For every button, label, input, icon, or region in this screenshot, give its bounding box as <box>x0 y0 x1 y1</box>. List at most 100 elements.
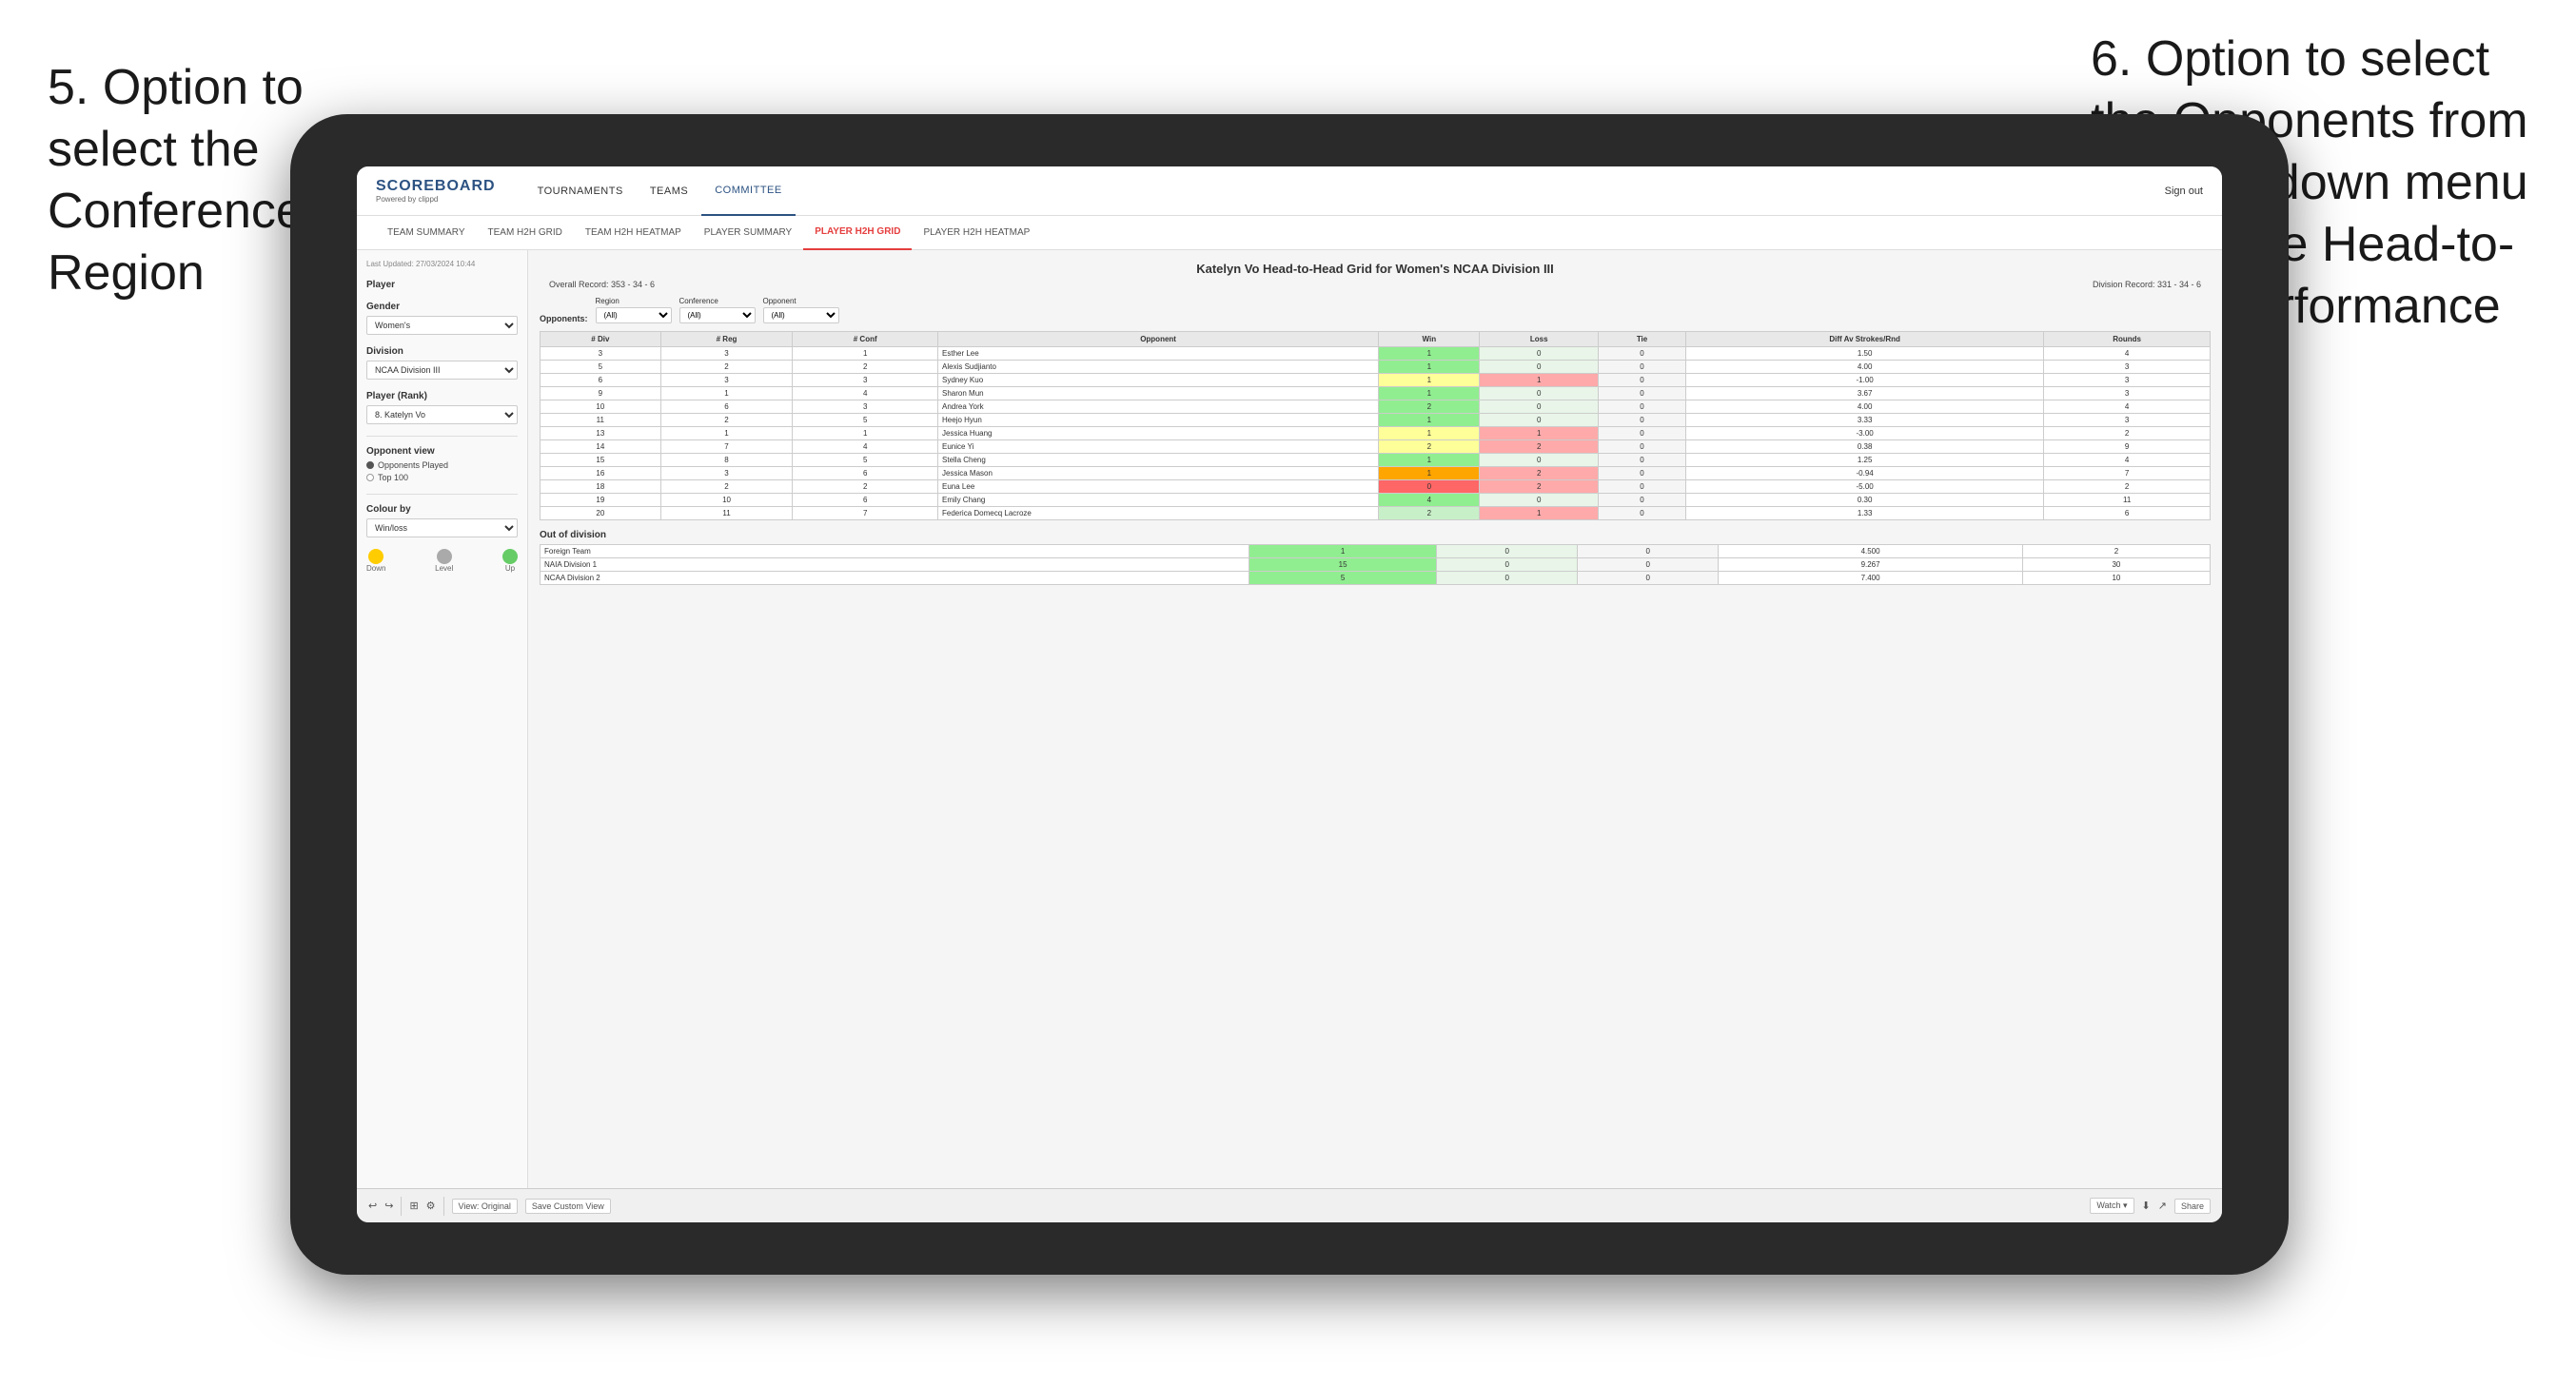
conference-filter-label: Conference <box>679 297 756 305</box>
table-row: 1063Andrea York2004.004 <box>541 400 2211 414</box>
radio-top100[interactable]: Top 100 <box>366 473 518 482</box>
overall-record: Overall Record: 353 - 34 - 6 <box>549 280 655 289</box>
view-original-button[interactable]: View: Original <box>452 1199 518 1214</box>
undo-icon[interactable]: ↩ <box>368 1200 377 1212</box>
colour-down <box>368 549 383 564</box>
left-panel: Last Updated: 27/03/2024 10:44 Player Ge… <box>357 250 528 1188</box>
nav-tournaments[interactable]: TOURNAMENTS <box>524 166 637 216</box>
region-filter-select[interactable]: (All) <box>596 307 672 323</box>
table-row: 1311Jessica Huang110-3.002 <box>541 427 2211 440</box>
logo-text: SCOREBOARD <box>376 178 496 195</box>
colour-legend: Down Level Up <box>366 549 518 573</box>
conference-filter-group: Conference (All) <box>679 297 756 323</box>
division-section: Division NCAA Division III <box>366 346 518 380</box>
col-div: # Div <box>541 332 661 347</box>
opponent-filter-select[interactable]: (All) <box>763 307 839 323</box>
tablet-screen: SCOREBOARD Powered by clippd TOURNAMENTS… <box>357 166 2222 1222</box>
header-right: Sign out <box>2165 185 2203 197</box>
table-row: 19106Emily Chang4000.3011 <box>541 494 2211 507</box>
sub-nav-player-h2h-grid[interactable]: PLAYER H2H GRID <box>803 216 912 250</box>
right-content: Katelyn Vo Head-to-Head Grid for Women's… <box>528 250 2222 1188</box>
logo-sub: Powered by clippd <box>376 195 496 204</box>
col-reg: # Reg <box>660 332 793 347</box>
opponent-filter-label: Opponent <box>763 297 839 305</box>
grid-title: Katelyn Vo Head-to-Head Grid for Women's… <box>540 262 2211 276</box>
col-diff: Diff Av Strokes/Rnd <box>1686 332 2044 347</box>
sub-nav-team-h2h-grid[interactable]: TEAM H2H GRID <box>477 216 574 250</box>
main-content: Last Updated: 27/03/2024 10:44 Player Ge… <box>357 250 2222 1188</box>
opponent-view-radio: Opponents Played Top 100 <box>366 460 518 482</box>
table-row: 331Esther Lee1001.504 <box>541 347 2211 361</box>
share-button[interactable]: Share <box>2174 1199 2211 1214</box>
conference-filter-select[interactable]: (All) <box>679 307 756 323</box>
download-icon[interactable]: ⬇ <box>2142 1200 2151 1212</box>
sub-nav-player-h2h-heatmap[interactable]: PLAYER H2H HEATMAP <box>912 216 1041 250</box>
last-updated: Last Updated: 27/03/2024 10:44 <box>366 260 518 268</box>
grid-icon[interactable]: ⊞ <box>409 1200 418 1212</box>
opponent-view-label: Opponent view <box>366 446 518 457</box>
radio-dot-top100 <box>366 474 374 481</box>
colour-up-label: Up <box>502 564 518 573</box>
player-rank-label: Player (Rank) <box>366 391 518 401</box>
player-rank-section: Player (Rank) 8. Katelyn Vo <box>366 391 518 424</box>
share-icon[interactable]: ↗ <box>2158 1200 2167 1212</box>
out-division-row: NCAA Division 25007.40010 <box>541 572 2211 585</box>
watch-button[interactable]: Watch ▾ <box>2090 1198 2134 1214</box>
colour-level <box>437 549 452 564</box>
region-filter-label: Region <box>596 297 672 305</box>
radio-opponents-played[interactable]: Opponents Played <box>366 460 518 470</box>
col-loss: Loss <box>1480 332 1599 347</box>
colour-down-label: Down <box>366 564 385 573</box>
out-division-row: NAIA Division 115009.26730 <box>541 558 2211 572</box>
colour-label: Colour by <box>366 504 518 515</box>
table-row: 1636Jessica Mason120-0.947 <box>541 467 2211 480</box>
nav-committee[interactable]: COMMITTEE <box>701 166 796 216</box>
opponents-played-label: Opponents Played <box>378 460 448 470</box>
opponents-filter-label: Opponents: <box>540 314 588 323</box>
sub-nav-team-summary[interactable]: TEAM SUMMARY <box>376 216 477 250</box>
gender-section: Gender Women's <box>366 302 518 335</box>
out-division-table: Foreign Team1004.5002NAIA Division 11500… <box>540 544 2211 585</box>
col-rounds: Rounds <box>2044 332 2211 347</box>
toolbar: ↩ ↪ ⊞ ⚙ View: Original Save Custom View … <box>357 1188 2222 1222</box>
opponent-filter-group: Opponent (All) <box>763 297 839 323</box>
table-row: 914Sharon Mun1003.673 <box>541 387 2211 400</box>
redo-icon[interactable]: ↪ <box>384 1200 393 1212</box>
table-row: 1822Euna Lee020-5.002 <box>541 480 2211 494</box>
colour-select[interactable]: Win/loss <box>366 518 518 537</box>
nav-items: TOURNAMENTS TEAMS COMMITTEE <box>524 166 2165 216</box>
settings-icon[interactable]: ⚙ <box>426 1200 436 1212</box>
division-record: Division Record: 331 - 34 - 6 <box>2093 280 2201 289</box>
opponent-view-section: Opponent view Opponents Played Top 100 <box>366 446 518 482</box>
table-row: 522Alexis Sudjianto1004.003 <box>541 361 2211 374</box>
filter-row: Opponents: Region (All) Conference (All) <box>540 297 2211 323</box>
table-row: 20117Federica Domecq Lacroze2101.336 <box>541 507 2211 520</box>
nav-teams[interactable]: TEAMS <box>637 166 701 216</box>
sub-nav-team-h2h-heatmap[interactable]: TEAM H2H HEATMAP <box>574 216 693 250</box>
gender-label: Gender <box>366 302 518 312</box>
table-row: 1125Heejo Hyun1003.333 <box>541 414 2211 427</box>
colour-up <box>502 549 518 564</box>
colour-section: Colour by Win/loss <box>366 504 518 537</box>
toolbar-divider-2 <box>443 1197 444 1216</box>
app-header: SCOREBOARD Powered by clippd TOURNAMENTS… <box>357 166 2222 216</box>
main-data-table: # Div # Reg # Conf Opponent Win Loss Tie… <box>540 331 2211 520</box>
records-row: Overall Record: 353 - 34 - 6 Division Re… <box>540 280 2211 289</box>
colour-level-label: Level <box>435 564 453 573</box>
sub-nav-player-summary[interactable]: PLAYER SUMMARY <box>693 216 803 250</box>
out-division-row: Foreign Team1004.5002 <box>541 545 2211 558</box>
table-row: 1474Eunice Yi2200.389 <box>541 440 2211 454</box>
region-filter-group: Region (All) <box>596 297 672 323</box>
gender-select[interactable]: Women's <box>366 316 518 335</box>
player-rank-select[interactable]: 8. Katelyn Vo <box>366 405 518 424</box>
save-custom-button[interactable]: Save Custom View <box>525 1199 611 1214</box>
sign-out-link[interactable]: Sign out <box>2165 185 2203 197</box>
logo-area: SCOREBOARD Powered by clippd <box>376 178 496 204</box>
division-select[interactable]: NCAA Division III <box>366 361 518 380</box>
tablet-device: SCOREBOARD Powered by clippd TOURNAMENTS… <box>290 114 2289 1275</box>
division-label: Division <box>366 346 518 357</box>
player-section: Player <box>366 280 518 290</box>
top100-label: Top 100 <box>378 473 408 482</box>
radio-dot-selected <box>366 461 374 469</box>
sub-nav: TEAM SUMMARY TEAM H2H GRID TEAM H2H HEAT… <box>357 216 2222 250</box>
